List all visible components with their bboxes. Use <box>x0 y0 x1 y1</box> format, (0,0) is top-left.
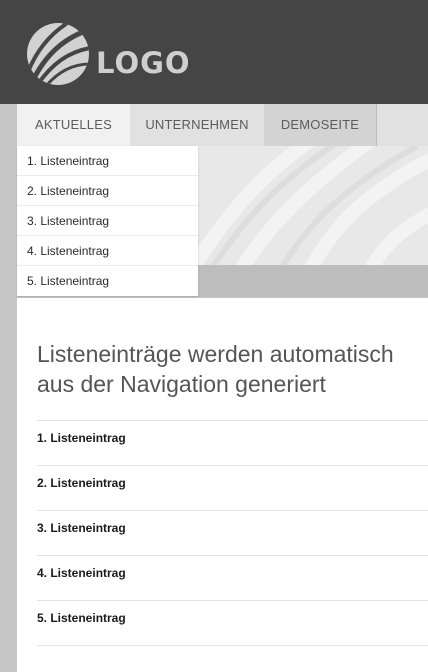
nav-item-demoseite[interactable]: DEMOSEITE <box>264 104 377 146</box>
list-item[interactable]: 4. Listeneintrag <box>37 556 428 601</box>
logo-text: LOGO <box>96 46 191 80</box>
main-navigation: AKTUELLES UNTERNEHMEN DEMOSEITE <box>17 104 428 146</box>
hero-strip <box>197 265 428 297</box>
dropdown-item[interactable]: 1. Listeneintrag <box>17 146 198 176</box>
logo-leaf-icon <box>27 23 89 85</box>
hero-pattern <box>197 146 428 265</box>
list-item[interactable]: 2. Listeneintrag <box>37 466 428 511</box>
entry-list: 1. Listeneintrag 2. Listeneintrag 3. Lis… <box>37 420 428 646</box>
dropdown-item[interactable]: 2. Listeneintrag <box>17 176 198 206</box>
list-item[interactable]: 1. Listeneintrag <box>37 420 428 466</box>
nav-item-unternehmen[interactable]: UNTERNEHMEN <box>130 104 264 146</box>
dropdown-menu: 1. Listeneintrag 2. Listeneintrag 3. Lis… <box>17 146 198 296</box>
list-item[interactable]: 5. Listeneintrag <box>37 601 428 646</box>
site-header: LOGO <box>0 0 428 104</box>
hero-image <box>197 146 428 265</box>
page-title: Listeneinträge werden automatisch aus de… <box>37 341 394 397</box>
nav-item-aktuelles[interactable]: AKTUELLES <box>17 104 130 146</box>
logo[interactable]: LOGO <box>26 22 196 86</box>
dropdown-item[interactable]: 3. Listeneintrag <box>17 206 198 236</box>
main-content: Listeneinträge werden automatisch aus de… <box>17 298 428 672</box>
list-item[interactable]: 3. Listeneintrag <box>37 511 428 556</box>
dropdown-item[interactable]: 4. Listeneintrag <box>17 236 198 266</box>
dropdown-item[interactable]: 5. Listeneintrag <box>17 266 198 296</box>
